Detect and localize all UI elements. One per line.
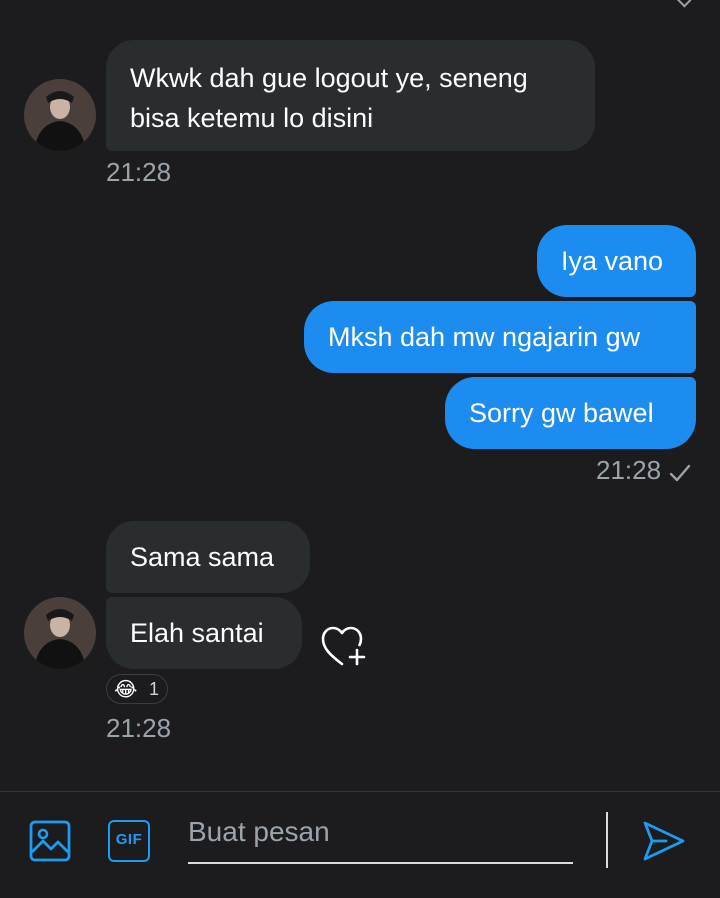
message-input-placeholder: Buat pesan <box>188 816 330 847</box>
reaction-chip[interactable]: 😂 1 <box>106 674 168 704</box>
top-overflow-icon <box>674 0 692 8</box>
avatar[interactable] <box>24 597 96 669</box>
gif-label: GIF <box>115 831 143 848</box>
message-bubble-outgoing[interactable]: Mksh dah mw ngajarin gw <box>304 301 696 373</box>
heart-add-icon[interactable] <box>320 624 368 668</box>
message-timestamp: 21:28 <box>596 455 662 485</box>
composer-divider <box>606 812 608 868</box>
message-timestamp: 21:28 <box>106 713 172 743</box>
message-input[interactable]: Buat pesan <box>188 810 573 864</box>
message-text: Sorry gw bawel <box>469 398 654 428</box>
message-text: Iya vano <box>561 246 664 276</box>
message-bubble-outgoing[interactable]: Sorry gw bawel <box>445 377 696 449</box>
image-icon[interactable] <box>29 820 71 862</box>
message-composer: GIF Buat pesan <box>0 791 720 898</box>
reaction-count: 1 <box>149 679 160 699</box>
message-text: Elah santai <box>130 618 264 648</box>
checkmark-icon <box>668 461 692 485</box>
message-bubble-incoming[interactable]: Elah santai <box>106 597 302 669</box>
send-icon[interactable] <box>642 820 686 862</box>
message-bubble-incoming[interactable]: Sama sama <box>106 521 310 593</box>
message-bubble-incoming[interactable]: Wkwk dah gue logout ye, seneng bisa kete… <box>106 40 595 151</box>
message-timestamp: 21:28 <box>106 157 172 187</box>
avatar[interactable] <box>24 79 96 151</box>
message-text: Mksh dah mw ngajarin gw <box>328 322 641 352</box>
message-text: bisa ketemu lo disini <box>130 103 374 133</box>
gif-icon[interactable]: GIF <box>108 820 150 862</box>
message-bubble-outgoing[interactable]: Iya vano <box>537 225 696 297</box>
reaction-emoji: 😂 <box>114 677 138 701</box>
message-text: Wkwk dah gue logout ye, seneng <box>130 63 528 93</box>
message-text: Sama sama <box>130 542 275 572</box>
